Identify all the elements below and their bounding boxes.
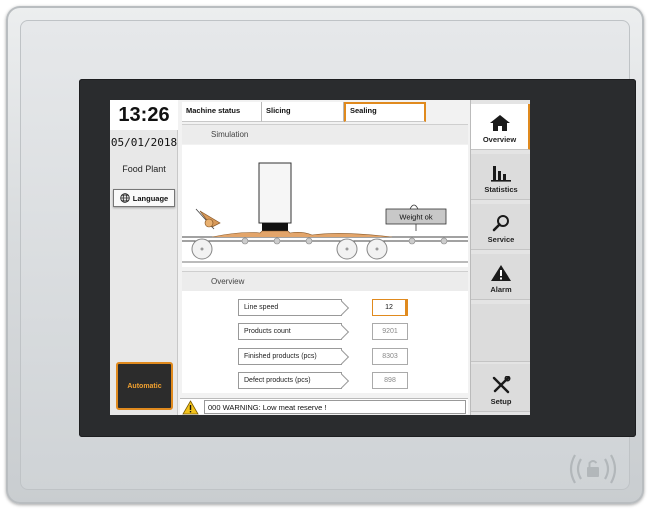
date: 05/01/2018 bbox=[110, 136, 178, 149]
tab-slicing[interactable]: Slicing bbox=[262, 102, 344, 122]
nav-setup-label: Setup bbox=[490, 397, 512, 406]
right-navigation: Overview Statistics Service Alarm Setup bbox=[470, 100, 530, 415]
nav-statistics-button[interactable]: Statistics bbox=[471, 154, 530, 200]
simulation-area: Weight ok bbox=[182, 145, 468, 267]
overview-area: Line speed 12 Products count 9201 Finish… bbox=[182, 291, 468, 393]
nav-service-button[interactable]: Service bbox=[471, 204, 530, 250]
products-count-label: Products count bbox=[238, 323, 350, 340]
status-bar: 000 WARNING: Low meat reserve ! bbox=[180, 398, 468, 415]
finished-products-label: Finished products (pcs) bbox=[238, 348, 350, 365]
tab-machine-status[interactable]: Machine status bbox=[182, 102, 262, 122]
nav-empty-slot bbox=[471, 304, 530, 362]
tools-icon bbox=[492, 376, 511, 394]
nav-alarm-label: Alarm bbox=[490, 285, 512, 294]
nav-alarm-button[interactable]: Alarm bbox=[471, 254, 530, 300]
overview-header: Overview bbox=[182, 271, 468, 298]
tab-sealing[interactable]: Sealing bbox=[344, 102, 426, 122]
automatic-mode-button[interactable]: Automatic bbox=[116, 362, 173, 410]
nav-overview-button[interactable]: Overview bbox=[471, 104, 530, 150]
sealing-press bbox=[262, 223, 288, 231]
nfc-lock-icon bbox=[569, 454, 617, 484]
alarm-warning-icon bbox=[491, 265, 511, 281]
sealing-unit bbox=[258, 162, 292, 224]
warning-message[interactable]: 000 WARNING: Low meat reserve ! bbox=[204, 400, 466, 414]
defect-products-value: 898 bbox=[372, 372, 408, 389]
plant-name: Food Plant bbox=[122, 164, 166, 174]
warning-icon bbox=[182, 400, 199, 415]
nav-service-label: Service bbox=[487, 235, 515, 244]
overview-title: Overview bbox=[211, 277, 245, 286]
tab-bar: Machine status Slicing Sealing bbox=[182, 102, 468, 122]
home-icon bbox=[489, 115, 510, 131]
defect-products-label: Defect products (pcs) bbox=[238, 372, 350, 389]
nav-overview-label: Overview bbox=[482, 135, 517, 144]
magnifier-icon bbox=[492, 215, 509, 232]
simulation-title: Simulation bbox=[211, 130, 249, 139]
language-button[interactable]: Language bbox=[113, 189, 175, 207]
nav-setup-button[interactable]: Setup bbox=[471, 364, 530, 412]
line-speed-label: Line speed bbox=[238, 299, 350, 316]
left-panel: 13:26 05/01/2018 Food Plant Language Aut… bbox=[110, 100, 178, 415]
language-label: Language bbox=[132, 193, 169, 203]
clock: 13:26 bbox=[110, 100, 178, 130]
simulation-header: Simulation bbox=[182, 124, 468, 151]
nav-statistics-label: Statistics bbox=[484, 185, 518, 194]
globe-icon bbox=[120, 193, 130, 203]
products-count-value: 9201 bbox=[372, 323, 408, 340]
hmi-screen: 13:26 05/01/2018 Food Plant Language Aut… bbox=[110, 100, 530, 415]
weight-status-label: Weight ok bbox=[399, 213, 432, 222]
conveyor-simulation: Weight ok bbox=[182, 162, 468, 263]
finished-products-value: 8303 bbox=[372, 348, 408, 365]
bar-chart-icon bbox=[491, 166, 511, 182]
sealed-product bbox=[211, 230, 393, 238]
line-speed-value[interactable]: 12 bbox=[372, 299, 408, 316]
